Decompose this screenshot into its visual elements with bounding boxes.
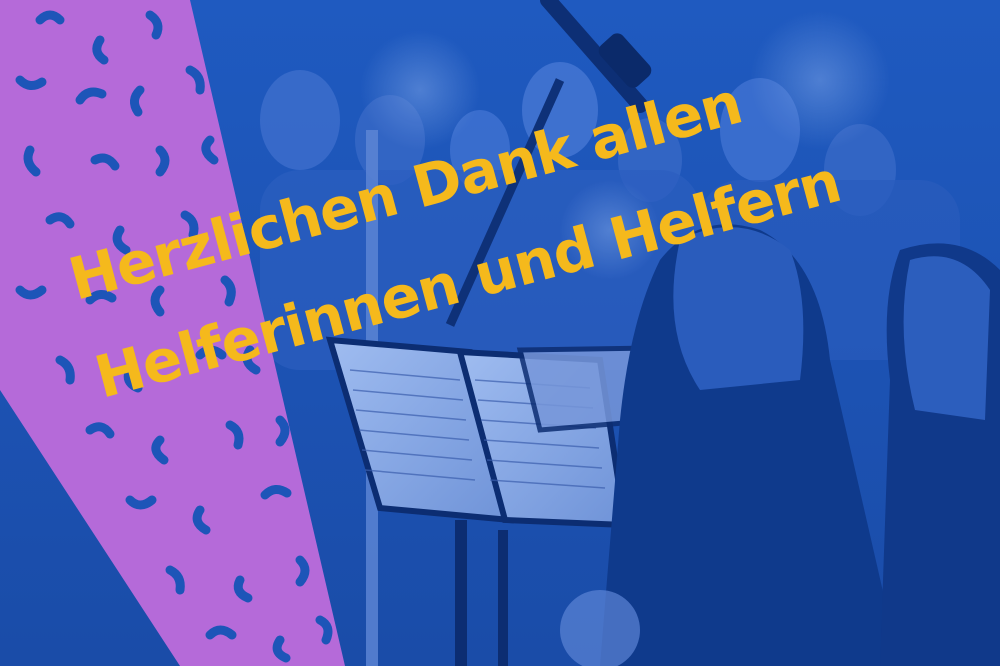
- hero-banner: Herzlichen Dank allen Helferinnen und He…: [0, 0, 1000, 666]
- orchestra-photo: [0, 0, 1000, 666]
